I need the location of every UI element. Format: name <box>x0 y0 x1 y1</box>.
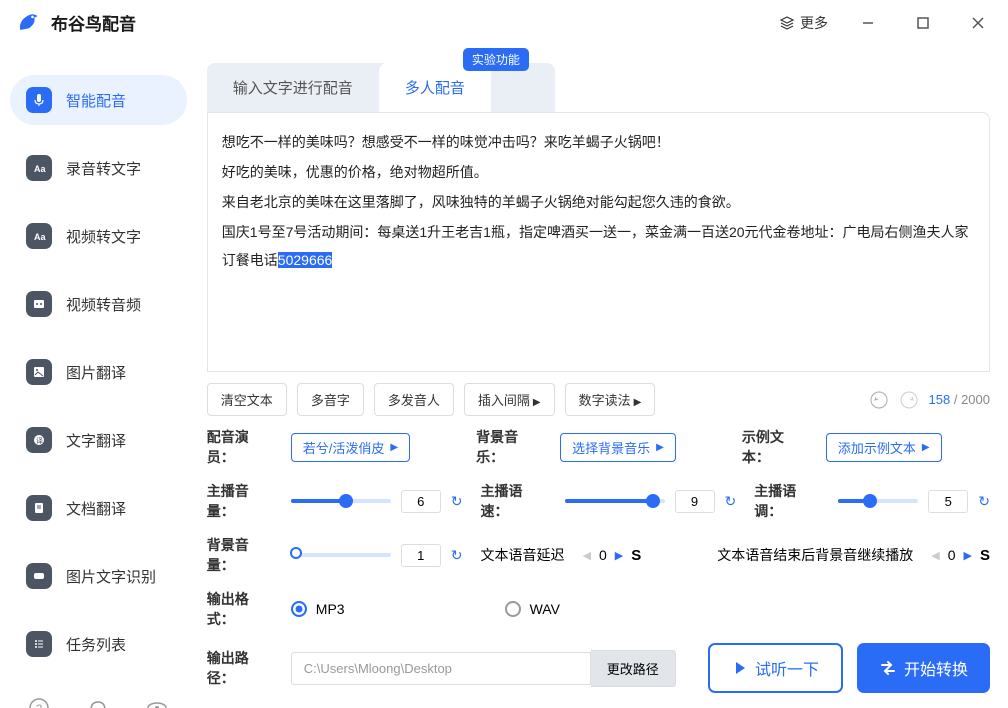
change-path-button[interactable]: 更改路径 <box>591 650 676 687</box>
maximize-button[interactable] <box>908 8 938 38</box>
number-read-button[interactable]: 数字读法▶ <box>565 383 656 416</box>
host-volume-value[interactable]: 6 <box>401 490 441 513</box>
play-icon <box>732 660 748 676</box>
image-icon <box>26 359 52 385</box>
tabs: 输入文字进行配音 多人配音 实验功能 <box>207 63 555 112</box>
clear-text-button[interactable]: 清空文本 <box>207 383 287 416</box>
voice-actor-label: 配音演员： <box>207 427 273 467</box>
svg-text:Aa: Aa <box>34 232 46 242</box>
voice-actor-select[interactable]: 若兮/活泼俏皮▶ <box>291 433 410 462</box>
host-speed-slider[interactable] <box>565 499 665 503</box>
app-logo: 布谷鸟配音 <box>15 9 136 37</box>
bg-music-select[interactable]: 选择背景音乐▶ <box>560 433 676 462</box>
reset-icon[interactable]: ↻ <box>451 547 463 564</box>
title-bar: 布谷鸟配音 更多 <box>0 0 1008 45</box>
footer-support[interactable]: 在线客服 <box>74 697 122 708</box>
output-path-label: 输出路径： <box>207 648 273 688</box>
bg-continue-next-icon[interactable]: ▶ <box>964 549 972 562</box>
bg-continue-label: 文本语音结束后背景音继续播放 <box>717 545 913 565</box>
delay-value: 0 <box>599 547 607 563</box>
experiment-badge: 实验功能 <box>463 48 529 71</box>
multi-speaker-button[interactable]: 多发音人 <box>374 383 454 416</box>
insert-gap-button[interactable]: 插入间隔▶ <box>464 383 555 416</box>
start-convert-button[interactable]: 开始转换 <box>857 643 990 693</box>
host-pitch-label: 主播语调： <box>754 481 820 521</box>
host-pitch-slider[interactable] <box>838 499 918 503</box>
content-area: 输入文字进行配音 多人配音 实验功能 想吃不一样的美味吗？想感受不一样的味觉冲击… <box>197 45 1008 708</box>
bg-continue-value: 0 <box>948 547 956 563</box>
reset-icon[interactable]: ↻ <box>451 493 463 510</box>
bg-music-label: 背景音乐： <box>476 427 542 467</box>
sidebar-item-image-translate[interactable]: 图片翻译 <box>10 347 187 397</box>
svg-text:译: 译 <box>36 437 43 445</box>
polyphone-button[interactable]: 多音字 <box>297 383 364 416</box>
bg-volume-label: 背景音量： <box>207 535 273 575</box>
undo-icon[interactable] <box>869 390 889 410</box>
sidebar-item-smart-voice[interactable]: 智能配音 <box>10 75 187 125</box>
footer-faq[interactable]: ? 常见问题 <box>15 697 63 708</box>
host-speed-value[interactable]: 9 <box>675 490 715 513</box>
radio-wav[interactable]: WAV <box>505 601 560 617</box>
sidebar-item-doc-translate[interactable]: 文档翻译 <box>10 483 187 533</box>
seconds-label: S <box>980 547 990 564</box>
tab-text-input[interactable]: 输入文字进行配音 <box>207 63 379 112</box>
sidebar-item-audio-to-text[interactable]: Aa 录音转文字 <box>10 143 187 193</box>
tab-multi-voice[interactable]: 多人配音 实验功能 <box>379 63 491 112</box>
char-counter: 158 / 2000 <box>929 392 990 407</box>
svg-text:Aa: Aa <box>34 164 46 174</box>
preview-button[interactable]: 试听一下 <box>708 643 843 693</box>
editor-toolbar: 清空文本 多音字 多发音人 插入间隔▶ 数字读法▶ 158 / 2000 <box>207 372 990 427</box>
delay-next-icon[interactable]: ▶ <box>615 549 623 562</box>
headset-icon <box>87 697 109 708</box>
reset-icon[interactable]: ↻ <box>725 493 737 510</box>
audio-text-icon: Aa <box>26 155 52 181</box>
video-text-icon: Aa <box>26 223 52 249</box>
sidebar-item-video-to-audio[interactable]: 视频转音频 <box>10 279 187 329</box>
host-volume-slider[interactable] <box>291 499 391 503</box>
sidebar-item-video-to-text[interactable]: Aa 视频转文字 <box>10 211 187 261</box>
sample-text-label: 示例文本： <box>742 427 808 467</box>
mic-icon <box>26 87 52 113</box>
svg-text:?: ? <box>36 703 42 708</box>
globe-icon <box>146 697 168 708</box>
seconds-label: S <box>631 547 641 564</box>
minimize-button[interactable] <box>853 8 883 38</box>
bg-volume-slider[interactable] <box>291 553 391 557</box>
footer-website[interactable]: 进入官网 <box>133 697 181 708</box>
app-title: 布谷鸟配音 <box>51 10 136 35</box>
redo-icon[interactable] <box>899 390 919 410</box>
host-volume-label: 主播音量： <box>207 481 273 521</box>
delay-label: 文本语音延迟 <box>481 545 565 565</box>
sidebar-item-ocr[interactable]: 图片文字识别 <box>10 551 187 601</box>
bg-continue-prev-icon[interactable]: ◀ <box>931 549 939 562</box>
reset-icon[interactable]: ↻ <box>978 493 990 510</box>
question-icon: ? <box>28 697 50 708</box>
list-icon <box>26 631 52 657</box>
sidebar-item-tasks[interactable]: 任务列表 <box>10 619 187 669</box>
host-speed-label: 主播语速： <box>481 481 547 521</box>
output-format-label: 输出格式： <box>207 589 273 629</box>
bird-icon <box>15 9 43 37</box>
doc-icon <box>26 495 52 521</box>
convert-icon <box>879 659 897 677</box>
delay-prev-icon[interactable]: ◀ <box>583 549 591 562</box>
output-path-input[interactable]: C:\Users\Mloong\Desktop <box>291 652 591 685</box>
close-button[interactable] <box>963 8 993 38</box>
sidebar-item-text-translate[interactable]: 译 文字翻译 <box>10 415 187 465</box>
text-editor[interactable]: 想吃不一样的美味吗？想感受不一样的味觉冲击吗？来吃羊蝎子火锅吧！ 好吃的美味，优… <box>207 112 990 372</box>
selected-text: 5029666 <box>278 252 333 268</box>
more-button[interactable]: 更多 <box>779 13 828 33</box>
translate-icon: 译 <box>26 427 52 453</box>
film-icon <box>26 291 52 317</box>
sample-text-select[interactable]: 添加示例文本▶ <box>826 433 942 462</box>
radio-mp3[interactable]: MP3 <box>291 601 345 617</box>
bg-volume-value[interactable]: 1 <box>401 544 441 567</box>
host-pitch-value[interactable]: 5 <box>928 490 968 513</box>
stack-icon <box>779 15 795 31</box>
sidebar: 智能配音 Aa 录音转文字 Aa 视频转文字 视频转音频 图片翻译 译 文字翻译… <box>0 45 197 708</box>
ocr-icon <box>26 563 52 589</box>
